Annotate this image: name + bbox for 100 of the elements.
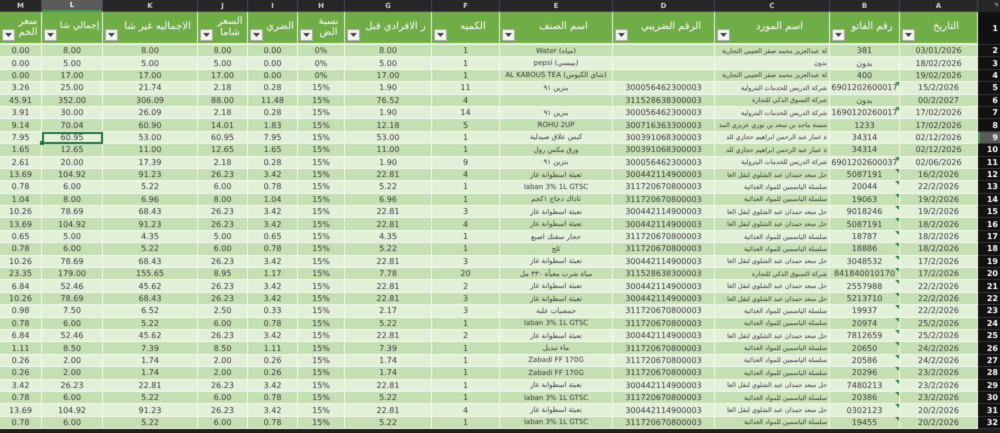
table-cell[interactable]: 311720670800003 (613, 354, 715, 368)
table-cell[interactable]: 1 (432, 181, 500, 194)
table-cell[interactable]: 02/12/2026 (900, 132, 978, 144)
table-cell[interactable]: 52.46 (42, 280, 103, 293)
table-cell[interactable]: 53.00 (345, 132, 432, 144)
table-cell[interactable]: 15% (298, 318, 345, 330)
row-number[interactable]: 21 (978, 280, 1000, 293)
table-cell[interactable]: 0302123 (830, 404, 900, 417)
table-cell[interactable]: 18/02/2026 (900, 57, 978, 70)
table-cell[interactable]: 0.78 (248, 392, 298, 404)
table-cell[interactable] (613, 57, 715, 70)
table-cell[interactable]: 78.69 (42, 206, 103, 218)
table-cell[interactable]: 6901202600017 (830, 82, 900, 95)
row-number[interactable]: 16 (978, 218, 1000, 231)
table-cell[interactable]: 17/02/2026 (900, 106, 978, 120)
table-cell[interactable]: 0.00 (0, 70, 42, 82)
table-cell[interactable]: 5.22 (103, 318, 198, 330)
select-all-corner[interactable] (978, 0, 1000, 12)
table-cell[interactable]: 5.22 (345, 416, 432, 430)
table-cell[interactable]: 5.22 (345, 318, 432, 330)
table-cell[interactable]: 1.65 (0, 144, 42, 157)
table-cell[interactable]: 1.90 (345, 106, 432, 120)
table-cell[interactable]: 300442114900003 (613, 168, 715, 182)
table-cell[interactable]: 15% (298, 305, 345, 318)
table-cell[interactable]: 03/01/2026 (900, 45, 978, 58)
table-cell[interactable]: 1 (432, 194, 500, 206)
table-cell[interactable]: 15/2/2026 (900, 82, 978, 95)
table-cell[interactable]: 6.00 (198, 181, 248, 194)
table-cell[interactable]: 19/2/2026 (900, 194, 978, 206)
table-cell[interactable]: 0.78 (0, 416, 42, 430)
table-cell[interactable]: بدون (830, 94, 900, 107)
filter-button[interactable] (105, 29, 118, 41)
table-cell[interactable]: 5087191 (830, 218, 900, 231)
table-cell[interactable]: 17.00 (42, 70, 103, 82)
filter-button[interactable] (717, 29, 730, 41)
row-number[interactable]: 6 (978, 94, 1000, 107)
table-cell[interactable]: 45.62 (103, 330, 198, 342)
table-cell[interactable]: 15% (298, 292, 345, 306)
table-cell[interactable]: 22.81 (345, 330, 432, 342)
table-cell[interactable]: 0.28 (248, 82, 298, 95)
table-cell[interactable]: 20386 (830, 392, 900, 404)
table-cell[interactable]: 19063 (830, 194, 900, 206)
table-cell[interactable]: 4 (432, 404, 500, 417)
table-cell[interactable]: 0.78 (248, 243, 298, 256)
filter-button[interactable] (502, 29, 515, 41)
row-number[interactable]: 7 (978, 106, 1000, 120)
table-cell[interactable]: 0.78 (248, 318, 298, 330)
table-cell[interactable]: 70.04 (42, 119, 103, 132)
filter-button[interactable] (2, 29, 15, 41)
table-cell[interactable]: 1 (432, 367, 500, 380)
row-number[interactable]: 5 (978, 82, 1000, 95)
table-cell[interactable]: 6.96 (345, 194, 432, 206)
table-cell[interactable]: 15% (298, 119, 345, 132)
table-cell[interactable]: 22.81 (103, 380, 198, 392)
table-cell[interactable]: 5213710 (830, 292, 900, 306)
table-cell[interactable]: 13.69 (0, 404, 42, 417)
table-cell[interactable]: 311528638300003 (613, 94, 715, 107)
table-cell[interactable]: 5.00 (198, 57, 248, 70)
table-cell[interactable]: 1690120260017 (830, 106, 900, 120)
table-cell[interactable]: بدون (830, 57, 900, 70)
table-cell[interactable]: 20974 (830, 318, 900, 330)
table-cell[interactable]: 5087191 (830, 168, 900, 182)
row-number[interactable]: 32 (978, 416, 1000, 430)
table-cell[interactable]: 15% (298, 194, 345, 206)
table-cell[interactable]: 15% (298, 416, 345, 430)
filter-button[interactable] (434, 29, 447, 41)
table-cell[interactable]: 104.92 (42, 404, 103, 417)
table-cell[interactable]: 1 (432, 354, 500, 368)
table-cell[interactable]: 1 (432, 342, 500, 355)
table-cell[interactable]: 8.00 (103, 45, 198, 58)
row-number[interactable]: 22 (978, 292, 1000, 306)
table-cell[interactable]: 300442114900003 (613, 404, 715, 417)
table-cell[interactable]: 1.90 (345, 82, 432, 95)
filter-button[interactable] (902, 29, 915, 41)
table-cell[interactable]: 13.69 (0, 168, 42, 182)
table-cell[interactable]: 6.00 (198, 318, 248, 330)
table-cell[interactable]: 23/2/2026 (900, 380, 978, 392)
table-cell[interactable]: 22.81 (345, 404, 432, 417)
table-cell[interactable]: 7.78 (345, 268, 432, 280)
table-cell[interactable]: 34314 (830, 144, 900, 157)
row-number[interactable]: 31 (978, 404, 1000, 417)
table-cell[interactable]: 6.00 (198, 416, 248, 430)
table-cell[interactable]: 88.00 (198, 94, 248, 107)
table-cell[interactable]: 179.00 (42, 268, 103, 280)
table-cell[interactable]: 300442114900003 (613, 280, 715, 293)
table-cell[interactable]: 15% (298, 132, 345, 144)
table-cell[interactable]: 26.23 (198, 292, 248, 306)
table-cell[interactable]: 15% (298, 94, 345, 107)
filter-button[interactable] (615, 29, 628, 41)
table-cell[interactable]: 60.95 (198, 132, 248, 144)
table-cell[interactable]: 26.23 (198, 218, 248, 231)
table-cell[interactable]: 17/2/2026 (900, 268, 978, 280)
table-cell[interactable]: 11.00 (345, 144, 432, 157)
table-cell[interactable]: 17.00 (198, 70, 248, 82)
table-cell[interactable]: 19455 (830, 416, 900, 430)
table-cell[interactable]: 3048532 (830, 256, 900, 268)
table-cell[interactable]: 26.23 (198, 168, 248, 182)
table-cell[interactable]: 22.81 (345, 168, 432, 182)
table-cell[interactable]: 3.42 (248, 168, 298, 182)
table-cell[interactable]: 17/2/2026 (900, 256, 978, 268)
